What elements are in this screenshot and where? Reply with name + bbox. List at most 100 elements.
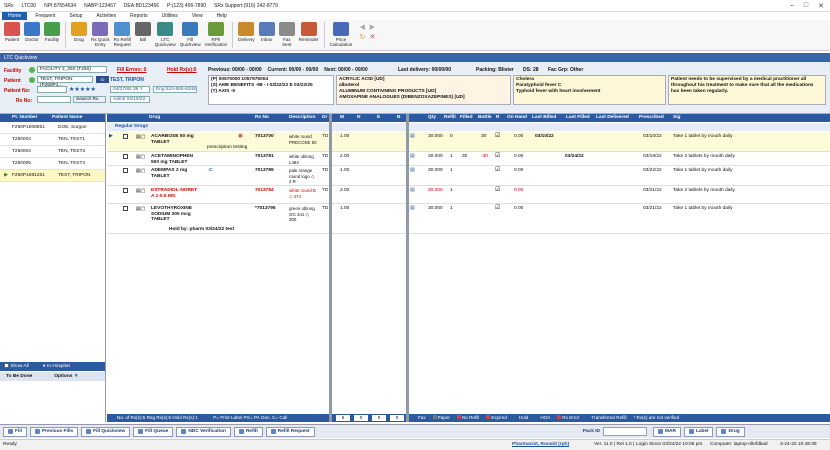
col-rx-no[interactable]: Rx No [255, 114, 269, 122]
col-m[interactable]: M [340, 114, 344, 122]
pack-id-input[interactable] [603, 427, 648, 436]
inbox-button[interactable]: Inbox [257, 22, 277, 42]
rx-row[interactable]: ▤▢ ADEMPAS 2 mg TABLET C 7013789 pale orange… [107, 166, 830, 186]
ndc-verification-button[interactable]: NDC Verification [176, 426, 231, 437]
col-description[interactable]: Description [289, 114, 315, 122]
row-checkbox[interactable] [123, 188, 128, 193]
grid-splitter-left[interactable] [329, 114, 332, 422]
maximize-button[interactable]: □ [804, 2, 808, 10]
hold-rxs-link[interactable]: Hold Rx(s):0 [167, 67, 196, 73]
col-dr[interactable]: Dr [322, 114, 327, 122]
menu-help[interactable]: Help [211, 12, 233, 20]
patient-card-icon[interactable]: ID [96, 76, 109, 83]
price-calculation-button[interactable]: Price Calculation [328, 22, 355, 47]
col-on-hand[interactable]: On Hand [507, 114, 527, 122]
col-e[interactable]: E [377, 114, 380, 122]
rx-refill-button[interactable]: Rx Refill Request [112, 22, 133, 47]
col-last-delivered[interactable]: Last Delivered [596, 114, 629, 122]
menu-view[interactable]: View [186, 12, 209, 20]
verified-checkbox[interactable]: ☑ [495, 204, 500, 211]
back-icon[interactable]: ◀ [358, 24, 366, 32]
mar-button[interactable]: MAR [653, 426, 681, 437]
previous-fills-button[interactable]: Previous Fills [29, 426, 79, 437]
col-last-filled[interactable]: Last Filled [566, 114, 590, 122]
refresh-icon[interactable]: ↻ [358, 34, 366, 42]
fax-sent-button[interactable]: Fax Sent [277, 22, 297, 47]
refill-button[interactable]: Refill [233, 426, 263, 437]
patient-list-row[interactable]: F250P1608851 DOE, Surgon [0, 122, 105, 134]
close-button[interactable]: ✕ [818, 2, 824, 10]
fill-quickview-button[interactable]: Fill Quickview [81, 426, 131, 437]
rx-quick-entry-button[interactable]: Rx Quick Entry [89, 22, 112, 47]
patient-list-row[interactable]: T250003 TEN, TEST1 [0, 134, 105, 146]
patient-button[interactable]: Patient [2, 22, 22, 42]
col-pt-number[interactable]: Pt. Number [0, 114, 46, 122]
search-rx-button[interactable]: Search Rx [73, 96, 106, 103]
fill-errors-link[interactable]: Fill Errors: 0 [117, 67, 146, 73]
pharmacist-link[interactable]: Pharmacist, Ronald (rph) [512, 440, 569, 450]
col-r[interactable]: R [496, 114, 499, 122]
rx-row[interactable]: ▤▢ ESTRADIOL-NORET A 1-0.5 MG 7013784 white… [107, 186, 830, 204]
fill-button[interactable]: Fill [3, 426, 27, 437]
row-checkbox[interactable] [123, 154, 128, 159]
patient-list-row[interactable]: ▶ F250P1681251 TEST, TRIPON [0, 170, 105, 182]
in-hospital-radio[interactable]: ● In Hospital [43, 362, 70, 371]
col-drug[interactable]: Drug [149, 114, 160, 122]
col-sig[interactable]: Sig [673, 114, 680, 122]
col-patient-name[interactable]: Patient Name [46, 114, 82, 122]
rx-no-input[interactable] [37, 96, 71, 103]
facility-button[interactable]: Facility [42, 22, 62, 42]
col-b[interactable]: B [397, 114, 400, 122]
row-checkbox[interactable] [123, 168, 128, 173]
verification-button[interactable]: RPh Verification [203, 22, 229, 47]
rx-row[interactable]: ▤▢ LEVOTHYROXINE SODIUM 300 mcg TABLET *70… [107, 204, 830, 234]
patient-list-row[interactable]: T250005 TEN, TEST4 [0, 158, 105, 170]
quantity: 30.000 [428, 168, 443, 173]
bill-button[interactable]: Bill [133, 22, 153, 42]
refill-request-button[interactable]: Refill Request [265, 426, 315, 437]
patient-no-input[interactable] [37, 86, 67, 93]
options-dropdown[interactable]: Options ▼ [54, 372, 78, 381]
row-checkbox[interactable] [123, 206, 128, 211]
col-n[interactable]: N [357, 114, 360, 122]
show-all-checkbox[interactable]: Show All [4, 362, 29, 371]
reminder-button[interactable]: Reminder [297, 22, 321, 42]
menu-home[interactable]: Home [2, 12, 28, 20]
col-filled[interactable]: Filled [460, 114, 473, 122]
menu-frequent[interactable]: Frequent [29, 12, 61, 20]
drug-button[interactable]: Drug [716, 426, 745, 437]
row-checkbox[interactable] [123, 134, 128, 139]
facility-select[interactable]: FACILITY 2_250 (T250) [37, 66, 107, 73]
fill-queue-button[interactable]: Fill Queue [133, 426, 174, 437]
doctor-button[interactable]: Doctor [22, 22, 42, 42]
menu-utilities[interactable]: Utilities [156, 12, 184, 20]
col-last-billed[interactable]: Last Billed [532, 114, 556, 122]
menu-setup[interactable]: Setup [63, 12, 88, 20]
delivery-button[interactable]: Delivery [236, 22, 257, 42]
menu-reports[interactable]: Reports [124, 12, 154, 20]
verified-checkbox[interactable]: ☑ [495, 166, 500, 173]
drug-button[interactable]: Drug [69, 22, 89, 42]
row-selector-icon [0, 146, 12, 157]
col-prescribed[interactable]: Prescribed [639, 114, 664, 122]
grid-splitter-right[interactable] [406, 114, 409, 422]
rx-row[interactable]: ▤▢ ACETAMINOPHEN 500 mg TABLET 7013781 whit… [107, 152, 830, 166]
verified-checkbox[interactable]: ☑ [495, 132, 500, 139]
note-icon[interactable]: ▣ [238, 134, 243, 139]
pack-id-label: Pack ID [582, 429, 601, 434]
minimize-button[interactable]: – [790, 2, 794, 10]
col-bottle[interactable]: Bottle [478, 114, 492, 122]
label-button[interactable]: Label [683, 426, 714, 437]
cancel-icon[interactable]: ✕ [368, 34, 376, 42]
rx-row[interactable]: ▶ ▤▢ ACARBOSE 50 mg TABLET ▣ 7013700 white ro… [107, 132, 830, 152]
patient-select[interactable]: TEST, TRIPON (F250P1... [37, 76, 93, 88]
forward-icon[interactable]: ▶ [368, 24, 376, 32]
fill-quickview-button[interactable]: Fill Quickview [178, 22, 203, 47]
col-refill[interactable]: Refill [444, 114, 456, 122]
ltc-quickview-button[interactable]: LTC Quickview [153, 22, 178, 47]
verified-checkbox[interactable]: ☑ [495, 186, 500, 193]
verified-checkbox[interactable]: ☑ [495, 152, 500, 159]
menu-activities[interactable]: Activities [90, 12, 122, 20]
patient-list-row[interactable]: T250004 TEN, TEST3 [0, 146, 105, 158]
col-qty[interactable]: Qty [428, 114, 436, 122]
